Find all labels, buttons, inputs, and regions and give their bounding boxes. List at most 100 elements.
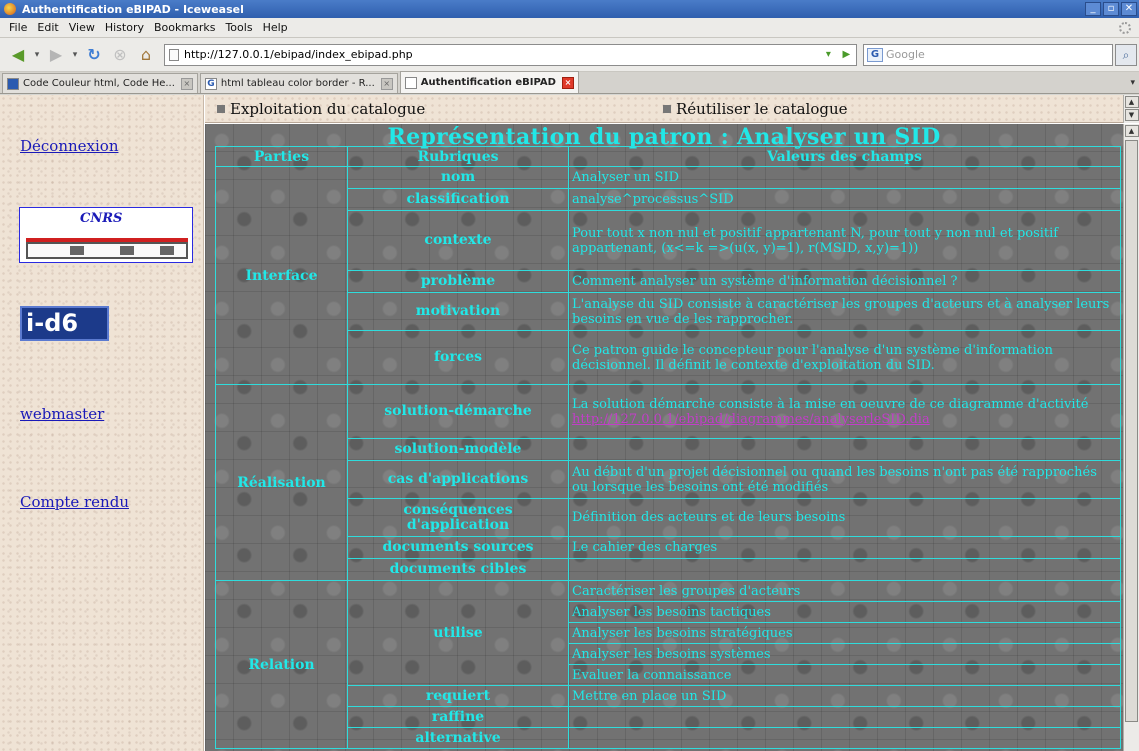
- col-header-valeurs: Valeurs des champs: [568, 146, 1121, 167]
- value-cell: Comment analyser un système d'informatio…: [568, 270, 1121, 293]
- table-row: motivation L'analyse du SID consiste à c…: [216, 292, 1121, 331]
- value-text: La solution démarche consiste à la mise …: [572, 396, 1089, 412]
- report-link[interactable]: Compte rendu: [20, 493, 129, 511]
- scroll-down-icon[interactable]: ▼: [1124, 109, 1139, 121]
- table-row: conséquences d'application Définition de…: [216, 498, 1121, 537]
- scroll-up-icon[interactable]: ▲: [1124, 125, 1139, 137]
- table-header-row: Parties Rubriques Valeurs des champs: [215, 146, 1121, 167]
- diagram-link[interactable]: http://127.0.0.1/ebipad/diagrammes/analy…: [572, 412, 930, 427]
- page-favicon-icon: [404, 76, 417, 89]
- value-cell: analyse^processus^SID: [568, 188, 1121, 211]
- rubric-cell: nom: [347, 166, 569, 189]
- close-tab-icon[interactable]: ×: [180, 77, 193, 90]
- cnrs-irit-logo[interactable]: CNRS: [19, 207, 193, 263]
- url-bar[interactable]: http://127.0.0.1/ebipad/index_ebipad.php…: [164, 43, 857, 66]
- table-row: raffine: [216, 706, 1121, 728]
- menu-help[interactable]: Help: [258, 21, 293, 34]
- nav-reutiliser[interactable]: Réutiliser le catalogue: [663, 100, 848, 118]
- left-frame: Déconnexion CNRS i-d6 webmaster Compte r…: [0, 95, 204, 751]
- logout-link[interactable]: Déconnexion: [20, 137, 118, 155]
- reload-icon[interactable]: ↻: [82, 43, 106, 67]
- top-nav-frame: Exploitation du catalogue Réutiliser le …: [205, 95, 1123, 123]
- irit-letter: [160, 246, 174, 255]
- id6-logo[interactable]: i-d6: [20, 306, 109, 341]
- irit-letter: [120, 246, 134, 255]
- menu-history[interactable]: History: [100, 21, 149, 34]
- menu-tools[interactable]: Tools: [220, 21, 257, 34]
- rubric-cell: alternative: [347, 727, 569, 749]
- favicon-icon: [7, 77, 19, 90]
- search-engine-icon[interactable]: G: [867, 47, 883, 62]
- tab-bar: Code Couleur html, Code He... × G html t…: [0, 71, 1139, 94]
- rubric-cell: classification: [347, 188, 569, 211]
- rubric-cell: utilise: [347, 580, 569, 686]
- home-icon[interactable]: ⌂: [134, 43, 158, 67]
- tab-authentification[interactable]: Authentification eBIPAD ×: [399, 71, 579, 93]
- rubric-cell: contexte: [347, 210, 569, 271]
- table-row: requiert Mettre en place un SID: [216, 685, 1121, 707]
- part-interface: Interface: [215, 166, 348, 385]
- nav-exploitation[interactable]: Exploitation du catalogue: [217, 100, 425, 118]
- table-row: problème Comment analyser un système d'i…: [216, 270, 1121, 293]
- value-cell: Le cahier des charges: [568, 536, 1121, 559]
- value-cell: Analyser les besoins stratégiques: [568, 622, 1121, 644]
- value-cell: Analyser un SID: [568, 166, 1121, 189]
- tab-list-dropdown-icon[interactable]: ▾: [1130, 78, 1135, 88]
- search-input[interactable]: Google: [886, 48, 1112, 61]
- rubric-cell: problème: [347, 270, 569, 293]
- go-icon[interactable]: ▶: [842, 49, 850, 60]
- right-frame: Exploitation du catalogue Réutiliser le …: [205, 95, 1139, 751]
- value-cell: Analyser les besoins tactiques: [568, 601, 1121, 623]
- bullet-icon: [217, 105, 225, 113]
- minimize-button[interactable]: _: [1085, 2, 1101, 16]
- back-history-dropdown-icon[interactable]: ▾: [32, 43, 42, 67]
- tab-label: Code Couleur html, Code He...: [23, 78, 175, 89]
- tab-html-tableau[interactable]: G html tableau color border - R... ×: [199, 73, 398, 93]
- stop-icon[interactable]: ⊗: [108, 43, 132, 67]
- value-cell: Analyser les besoins systèmes: [568, 643, 1121, 665]
- search-icon[interactable]: ⌕: [1115, 43, 1137, 66]
- scroll-up-icon[interactable]: ▲: [1124, 96, 1139, 108]
- close-tab-icon[interactable]: ×: [561, 76, 574, 89]
- table-row: classification analyse^processus^SID: [216, 188, 1121, 211]
- window-controls: _ ▫ ✕: [1085, 2, 1137, 16]
- table-row: Réalisation solution-démarche La solutio…: [215, 384, 1121, 581]
- back-icon[interactable]: ◀: [6, 43, 30, 67]
- forward-icon[interactable]: ▶: [44, 43, 68, 67]
- nav-reutiliser-label: Réutiliser le catalogue: [676, 100, 848, 118]
- navigation-toolbar: ◀ ▾ ▶ ▾ ↻ ⊗ ⌂ http://127.0.0.1/ebipad/in…: [0, 38, 1139, 72]
- iceweasel-icon: [4, 3, 16, 15]
- value-cell: [568, 558, 1121, 581]
- value-cell: La solution démarche consiste à la mise …: [568, 384, 1121, 439]
- scrollbar-thumb[interactable]: [1125, 140, 1138, 722]
- menu-file[interactable]: File: [4, 21, 32, 34]
- url-dropdown-icon[interactable]: ▾: [826, 49, 831, 60]
- close-window-button[interactable]: ✕: [1121, 2, 1137, 16]
- rubric-cell: solution-démarche: [347, 384, 569, 439]
- top-frame-scrollbar[interactable]: ▲ ▼: [1123, 95, 1139, 123]
- irit-letter: [70, 246, 84, 255]
- forward-history-dropdown-icon[interactable]: ▾: [70, 43, 80, 67]
- menu-edit[interactable]: Edit: [32, 21, 63, 34]
- menu-bar: File Edit View History Bookmarks Tools H…: [0, 18, 1139, 38]
- main-frame-scrollbar[interactable]: ▲: [1123, 124, 1139, 751]
- tab-code-couleur[interactable]: Code Couleur html, Code He... ×: [2, 73, 198, 93]
- value-cell: [568, 706, 1121, 728]
- menu-bookmarks[interactable]: Bookmarks: [149, 21, 220, 34]
- page-icon: [169, 48, 179, 61]
- url-input[interactable]: http://127.0.0.1/ebipad/index_ebipad.php: [184, 48, 820, 61]
- value-cell: Pour tout x non nul et positif appartena…: [568, 210, 1121, 271]
- value-cell: Au début d'un projet décisionnel ou quan…: [568, 460, 1121, 499]
- table-row: Relation utilise Caractériser les groupe…: [215, 580, 1121, 749]
- search-box[interactable]: G Google: [863, 43, 1113, 66]
- maximize-button[interactable]: ▫: [1103, 2, 1119, 16]
- menu-view[interactable]: View: [64, 21, 100, 34]
- webmaster-link[interactable]: webmaster: [20, 405, 104, 423]
- rubric-cell: documents cibles: [347, 558, 569, 581]
- main-frame: Représentation du patron : Analyser un S…: [205, 124, 1123, 751]
- value-cell: Mettre en place un SID: [568, 685, 1121, 707]
- table-row: contexte Pour tout x non nul et positif …: [216, 210, 1121, 271]
- close-tab-icon[interactable]: ×: [380, 77, 393, 90]
- rubric-cell: documents sources: [347, 536, 569, 559]
- value-cell: Evaluer la connaissance: [568, 664, 1121, 686]
